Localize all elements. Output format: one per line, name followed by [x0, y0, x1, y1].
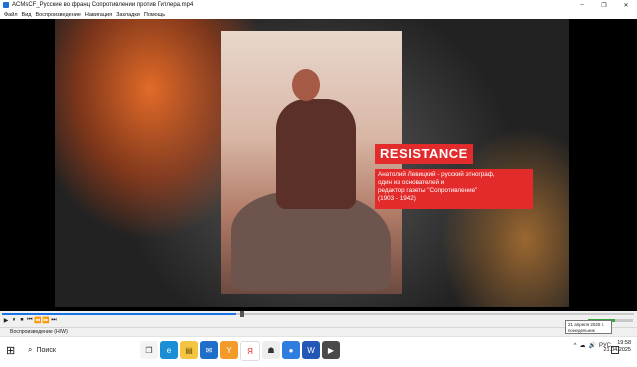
next-icon[interactable]: ⏭ — [50, 317, 58, 324]
search-icon: ⌕ — [28, 345, 33, 354]
mail-icon[interactable]: ✉ — [200, 341, 218, 359]
taskbar-search[interactable]: ⌕ Поиск — [24, 339, 136, 361]
playback-controls: ▶ ⏸ ⏹ ⏮ ⏪ ⏩ ⏭ — [0, 311, 637, 327]
status-text: Воспроизведение (H/W) — [10, 329, 68, 335]
menu-navigation[interactable]: Навигация — [85, 12, 112, 18]
search-placeholder: Поиск — [36, 346, 56, 354]
volume-icon[interactable]: 🔊 — [589, 342, 596, 349]
status-bar: Воспроизведение (H/W) — [0, 327, 637, 336]
resistance-headline: RESISTANCE — [375, 144, 473, 164]
window-title: ACMsCF_Русские во франц Сопротивлении пр… — [12, 2, 194, 8]
task-view-icon[interactable]: ❐ — [140, 341, 158, 359]
menu-bookmarks[interactable]: Закладки — [116, 12, 140, 18]
video-player[interactable]: RESISTANCE Анатолий Левицкий - русский э… — [0, 19, 637, 311]
menu-file[interactable]: Файл — [4, 12, 18, 18]
app-icon — [3, 2, 9, 8]
caption-line: Анатолий Левицкий - русский этнограф, — [378, 171, 495, 178]
chat-icon[interactable]: ● — [282, 341, 300, 359]
menu-playback[interactable]: Воспроизведение — [35, 12, 80, 18]
explorer-icon[interactable]: ▤ — [180, 341, 198, 359]
rewind-icon[interactable]: ⏪ — [34, 317, 42, 324]
close-button[interactable]: ✕ — [615, 0, 637, 10]
caption-line: (1903 - 1942) — [378, 195, 416, 202]
menu-bar: Файл Вид Воспроизведение Навигация Закла… — [0, 10, 637, 19]
forward-icon[interactable]: ⏩ — [42, 317, 50, 324]
player-icon[interactable]: ▶ — [322, 341, 340, 359]
edge-icon[interactable]: e — [160, 341, 178, 359]
seek-bar[interactable] — [2, 311, 634, 317]
previous-icon[interactable]: ⏮ — [26, 317, 34, 324]
menu-view[interactable]: Вид — [22, 12, 32, 18]
windows-start-icon[interactable]: ⊞ — [6, 345, 18, 357]
menu-help[interactable]: Помощь — [144, 12, 165, 18]
notification-icon[interactable] — [611, 346, 619, 354]
photo-figure-head — [292, 69, 320, 101]
seek-handle[interactable] — [240, 311, 244, 317]
taskbar: ⊞ ⌕ Поиск ❐ e ▤ ✉ Y Я ☗ ● W ▶ ^ ☁ 🔊 РУС … — [0, 336, 637, 367]
yandex-icon[interactable]: Я — [240, 341, 260, 361]
word-icon[interactable]: W — [302, 341, 320, 359]
app-icon[interactable]: ☗ — [262, 341, 280, 359]
video-frame[interactable]: RESISTANCE Анатолий Левицкий - русский э… — [55, 19, 569, 307]
video-caption: Анатолий Левицкий - русский этнограф, од… — [375, 169, 533, 209]
caption-line: один из основателей и — [378, 179, 445, 186]
title-bar: ACMsCF_Русские во франц Сопротивлении пр… — [0, 0, 637, 10]
caption-line: редактор газеты "Сопротивление" — [378, 187, 478, 194]
chevron-up-icon[interactable]: ^ — [574, 343, 577, 349]
taskbar-apps: ❐ e ▤ ✉ Y Я ☗ ● W ▶ — [140, 341, 342, 361]
control-buttons: ▶ ⏸ ⏹ ⏮ ⏪ ⏩ ⏭ — [2, 317, 58, 324]
seek-progress — [2, 313, 236, 315]
date-tooltip: 21 апреля 2025 г. понедельник — [565, 320, 612, 334]
minimize-button[interactable]: – — [571, 0, 593, 10]
photo-figure-body — [276, 99, 356, 209]
cloud-icon[interactable]: ☁ — [580, 342, 586, 349]
yandex-browser-icon[interactable]: Y — [220, 341, 238, 359]
window-controls: – ❐ ✕ — [571, 0, 637, 10]
maximize-button[interactable]: ❐ — [593, 0, 615, 10]
pause-icon[interactable]: ⏸ — [10, 317, 18, 324]
play-icon[interactable]: ▶ — [2, 317, 10, 324]
stop-icon[interactable]: ⏹ — [18, 317, 26, 324]
